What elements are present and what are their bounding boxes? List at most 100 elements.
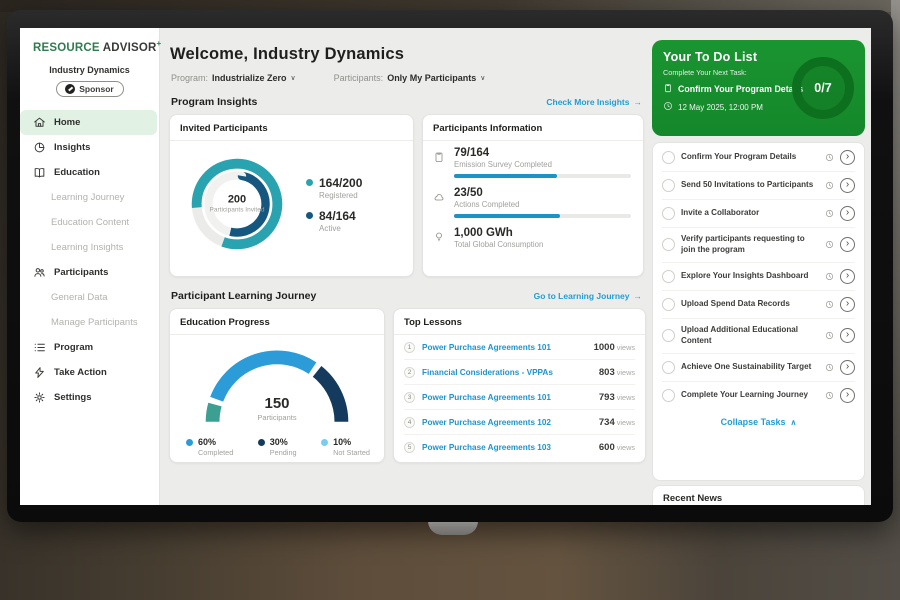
page-title: Welcome, Industry Dynamics xyxy=(170,45,650,64)
learning-cards-row: Education Progress 150 Participants 60%C… xyxy=(169,308,650,463)
sidebar-nav: Home Insights Education Learning Journey… xyxy=(20,110,159,410)
task-label: Confirm Your Program Details xyxy=(681,152,819,163)
chevron-up-icon: ∧ xyxy=(791,418,797,427)
insights-cards-row: Invited Participants 200 Participants In… xyxy=(169,114,650,277)
task-row-complete-learning-journey: Complete Your Learning Journey › xyxy=(662,382,855,409)
participants-filter-dropdown[interactable]: Participants: Only My Participants ∨ xyxy=(334,73,486,83)
sidebar-item-label: Program xyxy=(54,342,93,353)
clock-icon xyxy=(825,391,834,400)
sidebar-item-home[interactable]: Home xyxy=(20,110,157,135)
sidebar-item-take-action[interactable]: Take Action xyxy=(20,360,159,385)
go-to-learning-journey-link[interactable]: Go to Learning Journey→ xyxy=(534,291,642,301)
stat-actions-completed: 23/50 Actions Completed xyxy=(433,187,631,218)
card-title: Invited Participants xyxy=(170,115,413,141)
task-open-button[interactable]: › xyxy=(840,237,855,252)
task-row-achieve-sustainability-target: Achieve One Sustainability Target › xyxy=(662,354,855,382)
invited-legend: 164/200 Registered 84/164 Active xyxy=(306,167,362,242)
clock-icon xyxy=(825,209,834,218)
task-checkbox[interactable] xyxy=(662,329,675,342)
card-title: Education Progress xyxy=(170,309,384,335)
task-open-button[interactable]: › xyxy=(840,388,855,403)
sidebar-item-insights[interactable]: Insights xyxy=(20,135,159,160)
lesson-link[interactable]: Power Purchase Agreements 101 xyxy=(422,393,592,402)
task-label: Achieve One Sustainability Target xyxy=(681,362,819,373)
task-label: Explore Your Insights Dashboard xyxy=(681,271,819,282)
task-checkbox[interactable] xyxy=(662,270,675,283)
participants-information-card: Participants Information 79/164 Emission… xyxy=(422,114,644,277)
sponsor-badge-icon xyxy=(65,84,75,94)
lesson-row: 5 Power Purchase Agreements 103 600views xyxy=(404,435,635,460)
card-title: Participants Information xyxy=(423,115,643,141)
sidebar-item-education[interactable]: Education xyxy=(20,160,159,185)
sidebar-item-label: Learning Journey xyxy=(51,192,124,203)
task-checkbox[interactable] xyxy=(662,238,675,251)
monitor-bezel: RESOURCE ADVISOR+ Industry Dynamics Spon… xyxy=(7,10,893,522)
task-open-button[interactable]: › xyxy=(840,297,855,312)
clock-icon xyxy=(825,240,834,249)
legend-completed: 60%Completed xyxy=(186,437,233,457)
todo-counter: 0/7 xyxy=(814,81,831,95)
todo-next-task: Confirm Your Program Details xyxy=(663,83,813,95)
task-open-button[interactable]: › xyxy=(840,360,855,375)
program-filter-dropdown[interactable]: Program: Industrialize Zero ∨ xyxy=(171,73,296,83)
task-open-button[interactable]: › xyxy=(840,206,855,221)
sidebar-item-label: Insights xyxy=(54,142,90,153)
education-progress-card: Education Progress 150 Participants 60%C… xyxy=(169,308,385,463)
chevron-down-icon: ∨ xyxy=(480,74,485,82)
stat-emission-survey: 79/164 Emission Survey Completed xyxy=(433,147,631,178)
task-row-send-invitations: Send 50 Invitations to Participants › xyxy=(662,172,855,200)
progress-fill xyxy=(454,174,557,178)
sidebar-item-learning-insights[interactable]: Learning Insights xyxy=(20,235,159,260)
learning-journey-header: Participant Learning Journey Go to Learn… xyxy=(171,290,642,302)
clock-icon xyxy=(663,101,673,113)
task-checkbox[interactable] xyxy=(662,298,675,311)
task-label: Send 50 Invitations to Participants xyxy=(681,180,819,191)
lesson-link[interactable]: Power Purchase Agreements 102 xyxy=(422,418,592,427)
program-filter-label: Program: xyxy=(171,73,208,83)
sidebar-item-participants[interactable]: Participants xyxy=(20,260,159,285)
sidebar-item-general-data[interactable]: General Data xyxy=(20,285,159,310)
todo-summary-card: Your To Do List Complete Your Next Task:… xyxy=(652,40,865,136)
lesson-link[interactable]: Power Purchase Agreements 103 xyxy=(422,443,592,452)
arrow-right-icon: → xyxy=(634,97,643,107)
sidebar-item-learning-journey[interactable]: Learning Journey xyxy=(20,185,159,210)
emission-survey-icon xyxy=(433,147,446,178)
lesson-views: 600views xyxy=(599,442,635,453)
todo-panel: Your To Do List Complete Your Next Task:… xyxy=(649,28,871,505)
task-checkbox[interactable] xyxy=(662,361,675,374)
lesson-row: 4 Power Purchase Agreements 102 734views xyxy=(404,410,635,435)
sidebar-item-manage-participants[interactable]: Manage Participants xyxy=(20,310,159,335)
sidebar-item-label: Manage Participants xyxy=(51,317,138,328)
task-checkbox[interactable] xyxy=(662,207,675,220)
sponsor-badge: Sponsor xyxy=(56,81,124,97)
check-more-insights-link[interactable]: Check More Insights→ xyxy=(546,97,642,107)
insights-icon xyxy=(33,141,46,154)
task-row-upload-educational-content: Upload Additional Educational Content › xyxy=(662,319,855,354)
sidebar-item-program[interactable]: Program xyxy=(20,335,159,360)
task-open-button[interactable]: › xyxy=(840,269,855,284)
lesson-row: 3 Power Purchase Agreements 101 793views xyxy=(404,385,635,410)
sidebar-item-label: Settings xyxy=(54,392,91,403)
task-checkbox[interactable] xyxy=(662,151,675,164)
task-label: Invite a Collaborator xyxy=(681,208,819,219)
sidebar-item-education-content[interactable]: Education Content xyxy=(20,210,159,235)
task-open-button[interactable]: › xyxy=(840,328,855,343)
clock-icon xyxy=(825,363,834,372)
sidebar-item-label: General Data xyxy=(51,292,108,303)
sidebar-item-label: Home xyxy=(54,117,80,128)
task-checkbox[interactable] xyxy=(662,389,675,402)
program-insights-header: Program Insights Check More Insights→ xyxy=(171,96,642,108)
task-open-button[interactable]: › xyxy=(840,150,855,165)
lesson-link[interactable]: Financial Considerations - VPPAs xyxy=(422,368,592,377)
task-checkbox[interactable] xyxy=(662,179,675,192)
logo-advisor: ADVISOR xyxy=(103,42,157,54)
task-row-verify-participants: Verify participants requesting to join t… xyxy=(662,228,855,263)
sidebar-item-settings[interactable]: Settings xyxy=(20,385,159,410)
chevron-down-icon: ∨ xyxy=(291,74,296,82)
program-icon xyxy=(33,341,46,354)
legend-active: 84/164 Active xyxy=(306,209,362,233)
task-label: Upload Additional Educational Content xyxy=(681,325,819,347)
lesson-link[interactable]: Power Purchase Agreements 101 xyxy=(422,343,587,352)
task-open-button[interactable]: › xyxy=(840,178,855,193)
collapse-tasks-link[interactable]: Collapse Tasks∧ xyxy=(662,409,855,427)
